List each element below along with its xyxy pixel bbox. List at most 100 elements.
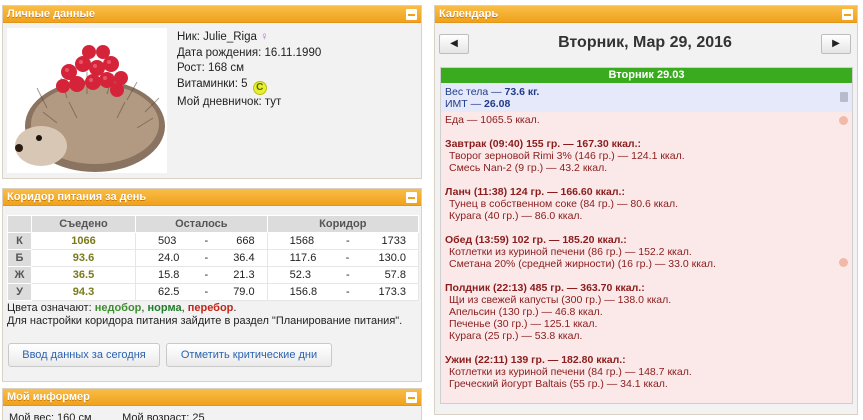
left-max: 668 [236,235,255,247]
calendar-header: Календарь [435,6,857,23]
next-day-button[interactable]: ▶ [821,34,851,54]
day-heading: Вторник 29.03 [441,68,852,83]
range-dash: - [345,269,350,281]
weight-value: 73.6 кг. [504,86,540,98]
vitamins-value: 5 [241,77,248,90]
mark-critical-days-button[interactable]: Отметить критические дни [166,343,332,367]
row-label: Б [7,249,32,267]
collapse-icon[interactable] [406,392,417,403]
personal-data-header: Личные данные [3,6,421,23]
meal-item: Греческий йогурт Baltais (55 гр.) — 34.1… [449,378,668,390]
corridor-min: 52.3 [289,269,312,281]
col-corridor: Коридор [266,215,420,233]
calendar-panel: Календарь ◀ Вторник, Мар 29, 2016 ▶ Втор… [434,5,858,415]
left-max: 79.0 [233,286,255,298]
meal-item: Печенье (30 гр.) — 125.1 ккал. [449,318,598,330]
row-label: Ж [7,266,32,284]
range-dash: - [204,252,209,264]
apple-icon[interactable] [839,116,848,125]
col-eaten: Съедено [31,215,136,233]
left-max: 36.4 [233,252,255,264]
collapse-icon[interactable] [842,9,853,20]
legend-prefix: Цвета означают: [7,302,92,314]
corridor-min: 117.6 [289,252,317,264]
corridor-table: Съедено Осталось Коридор К 1066 503 - 668 … [7,215,420,301]
diary-link[interactable]: тут [265,96,281,108]
informer-panel: Мой информер Мой вес: 160 см Мой возраст… [2,388,422,420]
informer-line: Мой вес: 160 см Мой возраст: 25 [9,412,205,420]
apple-icon[interactable] [839,258,848,267]
meal-title: Обед (13:59) 102 гр. — 185.20 ккал.: [445,234,627,246]
table-row: К 1066 503 - 668 1568 - 1733 [7,232,420,250]
personal-data-panel: Личные данные Ник: Julie_Riga ♀ Дата рож… [2,5,422,179]
corridor-header: Коридор питания за день [3,189,421,206]
eaten-value: 1066 [31,232,136,250]
bmi-value: 26.08 [484,98,511,110]
meal-title: Ужин (22:11) 139 гр. — 182.80 ккал.: [445,354,626,366]
left-min: 24.0 [158,252,180,264]
meal-item: Щи из свежей капусты (300 гр.) — 138.0 к… [449,294,672,306]
nick-label: Ник: [177,31,200,43]
avatar [7,28,167,173]
day-entry: Вторник 29.03 Вес тела — 73.6 кг. ИМТ — … [440,67,853,404]
nick-value: Julie_Riga [203,31,257,43]
trash-icon[interactable] [840,92,848,102]
vitamins-label: Витаминки: [177,77,238,90]
eaten-value: 93.6 [31,249,136,267]
range-dash: - [204,235,209,247]
height-label: Рост: [177,62,205,74]
corridor-max: 57.8 [384,269,406,281]
left-min: 15.8 [158,269,180,281]
corridor-max: 1733 [381,235,406,247]
row-label: У [7,283,32,301]
table-corner [7,215,32,233]
meal-item: Сметана 20% (средней жирности) (16 гр.) … [449,258,716,270]
hedgehog-image [15,45,165,172]
height-value: 168 см [207,62,245,74]
color-legend: Цвета означают: недобор, норма, перебор.… [7,302,417,328]
dob-label: Дата рождения: [177,46,262,59]
legend-over: перебор [187,302,234,314]
range-dash: - [345,286,350,298]
collapse-icon[interactable] [406,192,417,203]
dob-value: 16.11.1990 [264,46,322,59]
diary-label: Мой дневничок: [177,95,262,108]
panel-title: Личные данные [7,8,95,20]
corridor-min: 1568 [289,235,315,247]
female-icon: ♀ [260,31,269,43]
bmi-label: ИМТ — [445,98,485,110]
range-dash: - [204,286,209,298]
prev-day-button[interactable]: ◀ [439,34,469,54]
meal-item: Курага (40 гр.) — 86.0 ккал. [449,210,583,222]
food-section: Еда — 1065.5 ккал. Завтрак (09:40) 155 г… [441,112,852,392]
enter-today-data-button[interactable]: Ввод данных за сегодня [8,343,160,367]
corridor-min: 156.8 [289,286,318,298]
personal-info: Ник: Julie_Riga ♀ Дата рождения: 16.11.1… [177,30,321,110]
left-min: 503 [158,235,177,247]
meal-item: Творог зерновой Rimi 3% (146 гр.) — 124.… [449,150,685,162]
meal-title: Ланч (11:38) 124 гр. — 166.60 ккал.: [445,186,625,198]
eaten-value: 36.5 [31,266,136,284]
table-row: У 94.3 62.5 - 79.0 156.8 - 173.3 [7,283,420,301]
weight-label: Вес тела — [445,86,505,98]
panel-title: Календарь [439,8,499,20]
calendar-title: Вторник, Мар 29, 2016 [558,34,732,51]
corridor-max: 173.3 [378,286,406,298]
corridor-note: Для настройки коридора питания зайдите в… [7,315,403,327]
left-min: 62.5 [158,286,180,298]
panel-title: Мой информер [7,391,90,403]
informer-header: Мой информер [3,389,421,406]
meal-title: Завтрак (09:40) 155 гр. — 167.30 ккал.: [445,138,642,150]
legend-under: недобор [94,302,142,314]
food-total: Еда — 1065.5 ккал. [445,114,540,126]
meal-item: Смесь Nan-2 (9 гр.) — 43.2 ккал. [449,162,608,174]
eaten-value: 94.3 [31,283,136,301]
collapse-icon[interactable] [406,9,417,20]
range-dash: - [204,269,209,281]
table-row: Б 93.6 24.0 - 36.4 117.6 - 130.0 [7,249,420,267]
left-max: 21.3 [233,269,255,281]
vitamin-c-icon[interactable]: C [252,80,267,95]
table-row: Ж 36.5 15.8 - 21.3 52.3 - 57.8 [7,266,420,284]
legend-norm: норма [147,302,182,314]
panel-title: Коридор питания за день [7,191,147,203]
